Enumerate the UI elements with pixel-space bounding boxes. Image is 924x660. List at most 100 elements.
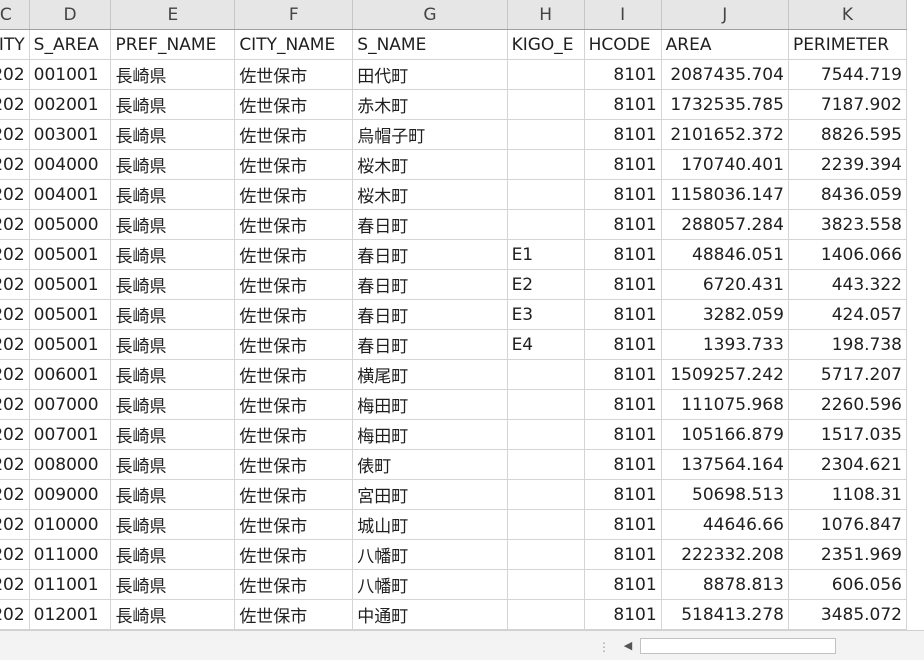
cell[interactable] — [507, 509, 585, 540]
cell[interactable]: 長崎県 — [110, 119, 236, 150]
cell[interactable]: 202 — [0, 239, 30, 270]
cell[interactable]: 8101 — [584, 119, 662, 150]
cell[interactable]: 202 — [0, 389, 30, 420]
cell[interactable]: 004001 — [29, 179, 112, 210]
cell[interactable]: 長崎県 — [110, 599, 236, 630]
cell[interactable]: 202 — [0, 599, 30, 630]
cell[interactable]: 梅田町 — [352, 419, 508, 450]
cell[interactable]: 2101652.372 — [661, 119, 789, 150]
cell[interactable]: 011000 — [29, 539, 112, 570]
cell[interactable]: 春日町 — [352, 299, 508, 330]
cell[interactable]: 8101 — [584, 419, 662, 450]
cell[interactable]: 佐世保市 — [234, 599, 354, 630]
cell[interactable]: 001001 — [29, 59, 112, 90]
cell[interactable]: 7187.902 — [788, 89, 908, 120]
cell[interactable] — [507, 479, 585, 510]
cell[interactable]: 俵町 — [352, 449, 508, 480]
cell[interactable]: 佐世保市 — [234, 389, 354, 420]
cell[interactable]: 48846.051 — [661, 239, 789, 270]
cell[interactable]: 長崎県 — [110, 209, 236, 240]
cell[interactable]: 8101 — [584, 449, 662, 480]
cell[interactable]: 2260.596 — [788, 389, 908, 420]
cell[interactable] — [507, 419, 585, 450]
cell[interactable]: 長崎県 — [110, 449, 236, 480]
field-header-cell[interactable]: KIGO_E — [507, 29, 585, 60]
cell[interactable]: 202 — [0, 179, 30, 210]
cell[interactable]: 佐世保市 — [234, 209, 354, 240]
cell[interactable]: 佐世保市 — [234, 179, 354, 210]
cell[interactable] — [507, 209, 585, 240]
cell[interactable] — [507, 59, 585, 90]
cell[interactable]: 烏帽子町 — [352, 119, 508, 150]
cell[interactable]: 002001 — [29, 89, 112, 120]
cell[interactable]: 606.056 — [788, 569, 908, 600]
cell[interactable]: 288057.284 — [661, 209, 789, 240]
cell[interactable]: 202 — [0, 449, 30, 480]
cell[interactable]: 長崎県 — [110, 359, 236, 390]
cell[interactable]: 005001 — [29, 329, 112, 360]
cell[interactable]: 8101 — [584, 359, 662, 390]
field-header-cell[interactable]: CITY_NAME — [234, 29, 354, 60]
cell[interactable]: 佐世保市 — [234, 539, 354, 570]
column-header-g[interactable]: G — [352, 0, 508, 30]
cell[interactable]: 8101 — [584, 299, 662, 330]
column-header-f[interactable]: F — [234, 0, 354, 30]
cell[interactable]: 50698.513 — [661, 479, 789, 510]
cell[interactable]: 8101 — [584, 539, 662, 570]
cell[interactable]: 8826.595 — [788, 119, 908, 150]
cell[interactable]: 202 — [0, 149, 30, 180]
field-header-cell[interactable]: AREA — [661, 29, 789, 60]
cell[interactable]: 1108.31 — [788, 479, 908, 510]
cell[interactable]: 009000 — [29, 479, 112, 510]
cell[interactable]: 佐世保市 — [234, 569, 354, 600]
cell[interactable]: 長崎県 — [110, 419, 236, 450]
cell[interactable]: 1393.733 — [661, 329, 789, 360]
cell[interactable] — [507, 149, 585, 180]
cell[interactable] — [507, 569, 585, 600]
cell[interactable]: 8101 — [584, 269, 662, 300]
cell[interactable]: 1406.066 — [788, 239, 908, 270]
cell[interactable]: E4 — [507, 329, 585, 360]
cell[interactable]: E1 — [507, 239, 585, 270]
cell[interactable]: 桜木町 — [352, 149, 508, 180]
cell[interactable]: 8101 — [584, 479, 662, 510]
cell[interactable]: 518413.278 — [661, 599, 789, 630]
cell[interactable]: 長崎県 — [110, 479, 236, 510]
cell[interactable]: 1517.035 — [788, 419, 908, 450]
cell[interactable]: 006001 — [29, 359, 112, 390]
cell[interactable]: 長崎県 — [110, 89, 236, 120]
cell[interactable]: 8436.059 — [788, 179, 908, 210]
column-header-d[interactable]: D — [29, 0, 112, 30]
spreadsheet-grid[interactable]: CDEFGHIJK CITYS_AREAPREF_NAMECITY_NAMES_… — [0, 0, 924, 630]
scrollbar-thumb[interactable] — [640, 638, 836, 654]
cell[interactable]: 佐世保市 — [234, 329, 354, 360]
cell[interactable]: 長崎県 — [110, 149, 236, 180]
cell[interactable]: 長崎県 — [110, 239, 236, 270]
column-header-k[interactable]: K — [788, 0, 908, 30]
cell[interactable]: 長崎県 — [110, 569, 236, 600]
cell[interactable]: 長崎県 — [110, 179, 236, 210]
cell[interactable]: 長崎県 — [110, 59, 236, 90]
cell[interactable]: 佐世保市 — [234, 239, 354, 270]
cell[interactable]: 7544.719 — [788, 59, 908, 90]
cell[interactable]: 3282.059 — [661, 299, 789, 330]
cell[interactable] — [507, 599, 585, 630]
cell[interactable]: 424.057 — [788, 299, 908, 330]
cell[interactable]: 2304.621 — [788, 449, 908, 480]
cell[interactable]: 3823.558 — [788, 209, 908, 240]
cell[interactable] — [507, 179, 585, 210]
cell[interactable] — [507, 539, 585, 570]
cell[interactable]: 8101 — [584, 509, 662, 540]
cell[interactable] — [507, 449, 585, 480]
cell[interactable]: 田代町 — [352, 59, 508, 90]
cell[interactable]: 8101 — [584, 239, 662, 270]
cell[interactable]: 44646.66 — [661, 509, 789, 540]
cell[interactable] — [507, 89, 585, 120]
cell[interactable]: 005001 — [29, 269, 112, 300]
cell[interactable]: 202 — [0, 299, 30, 330]
cell[interactable]: 8101 — [584, 89, 662, 120]
cell[interactable]: 202 — [0, 209, 30, 240]
cell[interactable]: 6720.431 — [661, 269, 789, 300]
cell[interactable]: 8878.813 — [661, 569, 789, 600]
cell[interactable]: 8101 — [584, 59, 662, 90]
